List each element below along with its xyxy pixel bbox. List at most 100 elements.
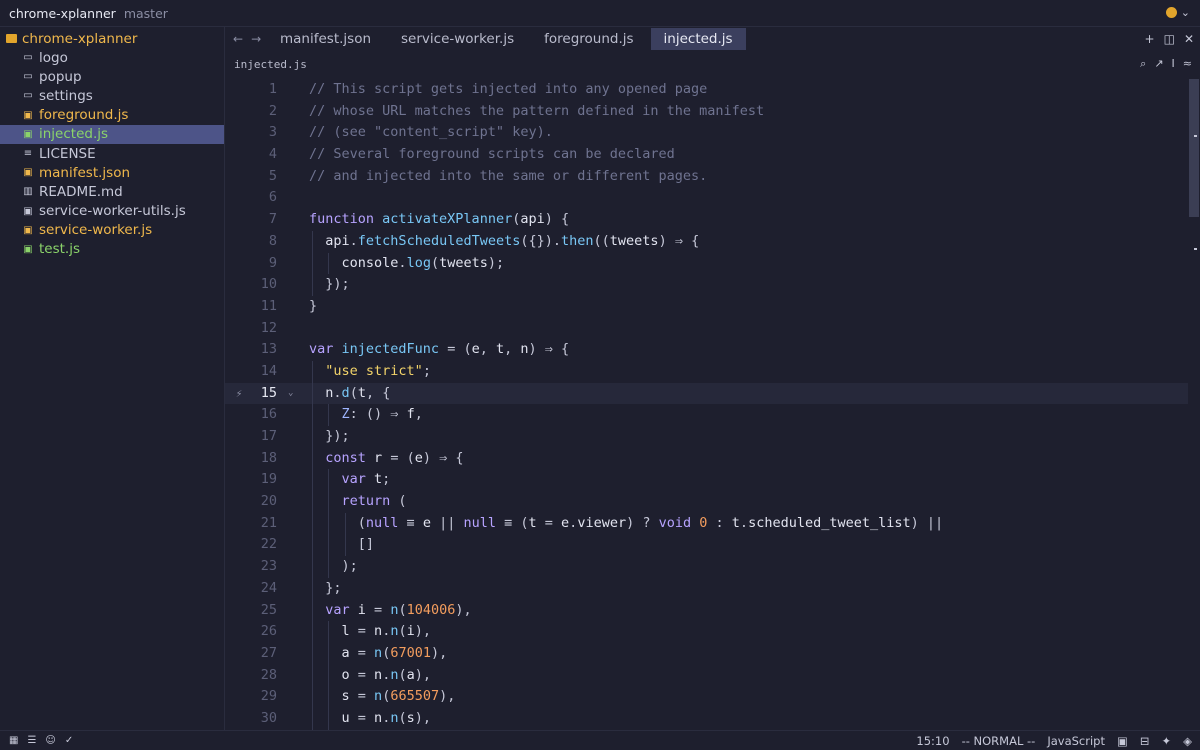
feedback-icon[interactable]: ▣ <box>1117 734 1128 748</box>
search-icon[interactable]: ⌕ <box>1140 57 1146 71</box>
line-number: 10 <box>260 276 277 293</box>
js-file-icon: ▣ <box>23 128 33 140</box>
code-line[interactable]: 30 u = n.n(s), <box>225 707 1188 730</box>
code-line[interactable]: 21 (null ≡ e || null ≡ (t = e.viewer) ? … <box>225 512 1188 535</box>
code-line[interactable]: 4 // Several foreground scripts can be de… <box>225 144 1188 166</box>
code-line[interactable]: 17 }); <box>225 426 1188 448</box>
project-name[interactable]: chrome-xplanner <box>9 6 116 21</box>
notification-icon[interactable]: ◈ <box>1183 734 1192 748</box>
tab[interactable]: service-worker.js <box>388 28 527 50</box>
code-line[interactable]: 25 var i = n(104006), <box>225 599 1188 622</box>
code-token: o <box>341 666 350 683</box>
tab[interactable]: foreground.js <box>531 28 646 50</box>
chevron-down-icon[interactable]: ⌄ <box>1181 6 1190 19</box>
code-token: = <box>349 709 375 726</box>
code-line[interactable]: 9 console.log(tweets); <box>225 252 1188 275</box>
code-line[interactable]: 13 var injectedFunc = (e, t, n) ⇒ { <box>225 339 1188 361</box>
code-token: }; <box>309 579 342 596</box>
code-line[interactable]: 2 // whose URL matches the pattern define… <box>225 101 1188 123</box>
breadcrumb-file[interactable]: injected.js <box>234 58 307 71</box>
user-menu[interactable]: ⌄ <box>1165 6 1190 19</box>
code-line[interactable]: 20 return ( <box>225 491 1188 513</box>
code-line[interactable]: 14 "use strict"; <box>225 360 1188 383</box>
code-line[interactable]: 5 // and injected into the same or differ… <box>225 166 1188 188</box>
language-mode[interactable]: JavaScript <box>1047 734 1105 748</box>
forward-arrow-icon[interactable]: → <box>251 32 261 46</box>
close-icon[interactable]: ✕ <box>1184 32 1194 46</box>
code-line[interactable]: 19 var t; <box>225 469 1188 492</box>
editor-scrollbar[interactable] <box>1188 79 1200 730</box>
code-line[interactable]: 7 function activateXPlanner(api) { <box>225 209 1188 231</box>
scroll-thumb[interactable] <box>1189 79 1199 217</box>
tree-item[interactable]: ▭ settings <box>0 86 224 105</box>
code-token: ) ? <box>626 514 659 531</box>
tree-item[interactable]: ▣ service-worker.js <box>0 221 224 240</box>
folder-icon: ▭ <box>23 71 33 83</box>
code-text: // whose URL matches the pattern defined… <box>309 101 764 123</box>
code-line[interactable]: 16 Z: () ⇒ f, <box>225 404 1188 426</box>
code-token: s <box>406 709 415 726</box>
tree-root-folder[interactable]: chrome-xplanner <box>0 29 224 48</box>
tree-item[interactable]: ≡ LICENSE <box>0 144 224 163</box>
new-tab-icon[interactable]: + <box>1145 32 1155 46</box>
panel-toggle-icon[interactable]: ▦ <box>9 735 18 746</box>
code-line[interactable]: 1 // This script gets injected into any o… <box>225 79 1188 101</box>
code-line[interactable]: 29 s = n(665507), <box>225 686 1188 708</box>
line-number: 30 <box>260 709 277 726</box>
code-line[interactable]: 23 ); <box>225 556 1188 578</box>
code-line[interactable]: 18 const r = (e) ⇒ { <box>225 447 1188 470</box>
project-panel: chrome-xplanner ▭ logo ▭ popup ▭ settings ▣ for… <box>0 27 225 730</box>
code-token: f <box>406 406 415 423</box>
code-line[interactable]: 3 // (see "content_script" key). <box>225 122 1188 144</box>
code-line[interactable]: 10 }); <box>225 274 1188 296</box>
split-pane-icon[interactable]: ◫ <box>1164 32 1175 46</box>
lightning-icon[interactable]: ⚡ <box>233 383 245 405</box>
code-line[interactable]: 15 ⚡ ⌄ n.d(t, { <box>225 382 1188 405</box>
tree-item[interactable]: ▭ logo <box>0 48 224 67</box>
code-token: api <box>520 211 545 228</box>
code-text: } <box>309 296 317 318</box>
code-token: t <box>495 341 505 358</box>
fold-chevron-icon[interactable]: ⌄ <box>288 383 293 405</box>
tree-item[interactable]: ▣ foreground.js <box>0 106 224 125</box>
tree-item[interactable]: ▣ service-worker-utils.js <box>0 202 224 221</box>
code-line[interactable]: 11} <box>225 296 1188 318</box>
check-icon[interactable]: ✓ <box>65 735 73 746</box>
code-token: ) ⇒ { <box>528 341 570 358</box>
branch-name[interactable]: master <box>124 6 168 21</box>
code-line[interactable]: 24 }; <box>225 577 1188 600</box>
terminal-icon[interactable]: ⊟ <box>1140 734 1150 748</box>
code-line[interactable]: 22 [] <box>225 534 1188 557</box>
back-arrow-icon[interactable]: ← <box>233 32 243 46</box>
chat-icon[interactable]: ✦ <box>1162 734 1172 748</box>
avatar[interactable] <box>1165 7 1177 18</box>
code-line[interactable]: 28 o = n.n(a), <box>225 664 1188 687</box>
tab-actions: + ◫ ✕ <box>1145 32 1194 46</box>
sparkle-icon[interactable]: ↗ <box>1154 57 1163 71</box>
outline-icon[interactable]: ☰ <box>27 735 36 746</box>
code-token: "use strict" <box>325 362 423 379</box>
cursor-icon[interactable]: I <box>1172 57 1175 71</box>
tree-item[interactable]: ▣ manifest.json <box>0 163 224 182</box>
line-number: 17 <box>260 428 277 444</box>
code-line[interactable]: 27 a = n(67001), <box>225 642 1188 665</box>
js-file-icon: ▣ <box>23 224 33 236</box>
tab[interactable]: manifest.json <box>267 28 384 50</box>
code-line[interactable]: 6 <box>225 187 1188 209</box>
collab-icon[interactable]: ☺ <box>45 735 55 746</box>
code-editor[interactable]: 1 // This script gets injected into any o… <box>225 79 1188 730</box>
code-line[interactable]: 8 api.fetchScheduledTweets({}).then((twe… <box>225 230 1188 253</box>
settings-icon[interactable]: ≈ <box>1183 57 1192 71</box>
code-line[interactable]: 26 l = n.n(i), <box>225 621 1188 643</box>
line-number: 28 <box>260 666 277 683</box>
cursor-position[interactable]: 15:10 <box>916 734 949 748</box>
tree-item[interactable]: ▭ popup <box>0 67 224 86</box>
tree-item[interactable]: ▣ test.js <box>0 240 224 259</box>
tree-item[interactable]: ▥ README.md <box>0 182 224 201</box>
tab[interactable]: injected.js <box>650 28 746 50</box>
tree-item[interactable]: ▣ injected.js <box>0 124 224 144</box>
code-token: = <box>349 644 375 661</box>
code-line[interactable]: 12 <box>225 318 1188 340</box>
